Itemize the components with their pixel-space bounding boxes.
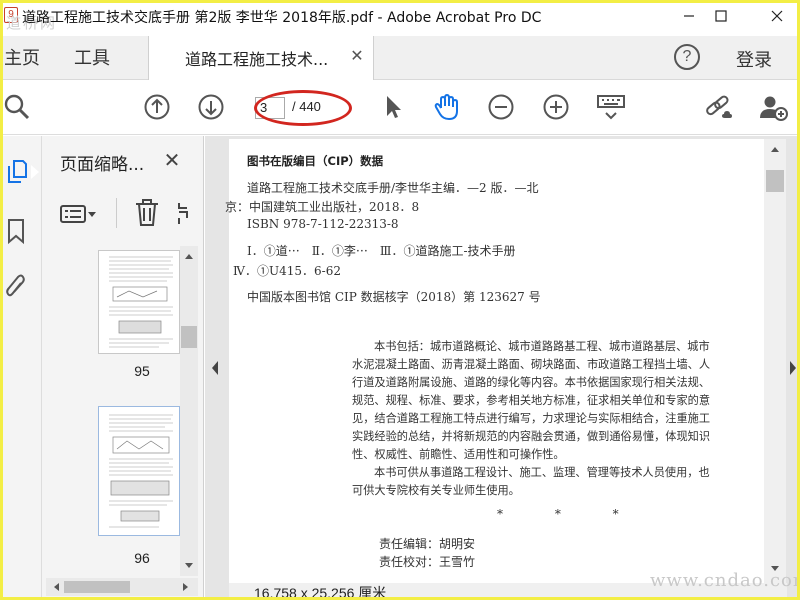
bookmark-icon[interactable] [4, 216, 28, 246]
close-icon [771, 10, 783, 22]
list-options-icon [60, 205, 86, 223]
thumbnail-label: 95 [134, 363, 150, 379]
cip-line: Ⅰ．①道⋯ Ⅱ．①李⋯ Ⅲ．①道路施工-技术手册 [247, 244, 516, 258]
document-scroll-thumb[interactable] [766, 170, 784, 192]
body-line: 可供大专院校有关专业师生使用。 [352, 484, 520, 497]
thumbnail-options-button[interactable] [60, 200, 106, 228]
hand-tool-icon[interactable] [432, 92, 462, 122]
editor-credit: 责任编辑：胡明安 [379, 537, 476, 551]
scroll-up-icon[interactable] [770, 145, 780, 153]
body-line: 本书可供从事道路工程设计、施工、监理、管理等技术人员使用，也 [374, 466, 710, 479]
tab-tools[interactable]: 工具 [74, 44, 110, 70]
body-line: 水泥混凝土路面、沥青混凝土路面、砌块路面、市政道路工程挡土墙、人 [352, 358, 711, 371]
close-window-button[interactable] [754, 0, 800, 32]
body-line: 规范、规程、标准、要求，参考相关地方标准，征求相关单位和专家的意 [352, 394, 711, 407]
zoom-search-icon[interactable] [2, 92, 32, 122]
maximize-icon [715, 10, 727, 22]
keyboard-icon[interactable] [596, 92, 626, 122]
panel-more-icon[interactable] [176, 200, 190, 228]
thumbnail-hscroll-thumb[interactable] [64, 581, 130, 593]
document-tab-label: 道路工程施工技术... [185, 50, 329, 69]
panel-title: 页面缩略... [60, 155, 145, 175]
body-line: 本书包括：城市道路概论、城市道路路基工程、城市道路基层、城市 [374, 340, 710, 353]
pdf-page: 图书在版编目（CIP）数据 道路工程施工技术交底手册/李世华主编．—2 版．—北… [225, 139, 764, 583]
help-icon[interactable]: ? [674, 44, 700, 70]
scroll-right-icon[interactable] [182, 582, 190, 592]
thumbnail-vertical-scrollbar[interactable] [180, 246, 198, 576]
panel-close-icon[interactable]: ✕ [160, 148, 184, 172]
proofreader-credit: 责任校对：王雪竹 [379, 555, 476, 569]
trash-icon [136, 199, 158, 226]
thumbnail-label: 96 [134, 550, 150, 566]
document-vertical-scrollbar[interactable] [764, 139, 786, 583]
minimize-icon [684, 15, 694, 17]
cip-line: ISBN 978-7-112-22313-8 [247, 217, 399, 231]
collapse-panel-icon[interactable] [210, 360, 220, 376]
chevron-down-icon [88, 212, 96, 217]
thumbnail-scroll-thumb[interactable] [181, 326, 197, 348]
cip-heading: 图书在版编目（CIP）数据 [247, 154, 384, 168]
body-line: 实践经验的总结，并将新规范的内容融会贯通，做到通俗易懂，体现知识 [352, 430, 711, 443]
left-rail [0, 136, 42, 600]
body-line: 行道及道路附属设施、道路的绿化等内容。本书依据国家现行相关法规、 [352, 376, 711, 389]
cip-line: Ⅳ．①U415．6-62 [233, 264, 341, 278]
separator-stars: * * * [497, 507, 643, 521]
next-page-icon[interactable] [196, 92, 226, 122]
watermark-bottom: www.cndao.com [650, 570, 800, 591]
cip-line: 中国版本图书馆 CIP 数据核字（2018）第 123627 号 [247, 290, 541, 304]
page-size-readout: 16.758 x 25.256 厘米 [254, 585, 387, 600]
scroll-left-icon[interactable] [52, 582, 60, 592]
tab-home[interactable]: 主页 [4, 44, 40, 70]
thumbnail-page-95[interactable] [98, 250, 180, 354]
window-title: 道路工程施工技术交底手册 第2版 李世华 2018年版.pdf - Adobe … [22, 10, 542, 26]
close-tab-icon[interactable]: ✕ [347, 46, 367, 66]
attachment-icon[interactable] [4, 272, 28, 302]
add-user-icon[interactable] [758, 92, 788, 122]
expand-right-pane-icon[interactable] [788, 360, 798, 376]
zoom-in-icon[interactable] [541, 92, 571, 122]
select-cursor-icon[interactable] [378, 92, 408, 122]
delete-page-button[interactable] [134, 198, 162, 228]
page-thumbnails-icon[interactable] [4, 156, 28, 186]
scroll-up-icon[interactable] [184, 252, 194, 260]
tab-document[interactable]: 道路工程施工技术... ✕ [148, 36, 374, 80]
body-line: 性、权威性、前瞻性、适用性和可操作性。 [352, 448, 565, 461]
toolbar-divider [116, 198, 117, 228]
share-link-icon[interactable] [704, 92, 734, 122]
cip-line: 道路工程施工技术交底手册/李世华主编．—2 版．—北 [247, 181, 539, 195]
body-line: 见，结合道路工程施工特点进行编写，力求理论与实际相结合，注重施工 [352, 412, 711, 425]
active-panel-pointer [31, 165, 39, 179]
login-button[interactable]: 登录 [736, 46, 772, 72]
scroll-down-icon[interactable] [184, 562, 194, 570]
previous-page-icon[interactable] [142, 92, 172, 122]
thumbnail-page-96[interactable] [98, 406, 180, 536]
maximize-button[interactable] [698, 0, 744, 32]
cip-line: 京：中国建筑工业出版社，2018．8 [225, 200, 420, 214]
zoom-out-icon[interactable] [486, 92, 516, 122]
red-annotation-oval [254, 90, 352, 126]
